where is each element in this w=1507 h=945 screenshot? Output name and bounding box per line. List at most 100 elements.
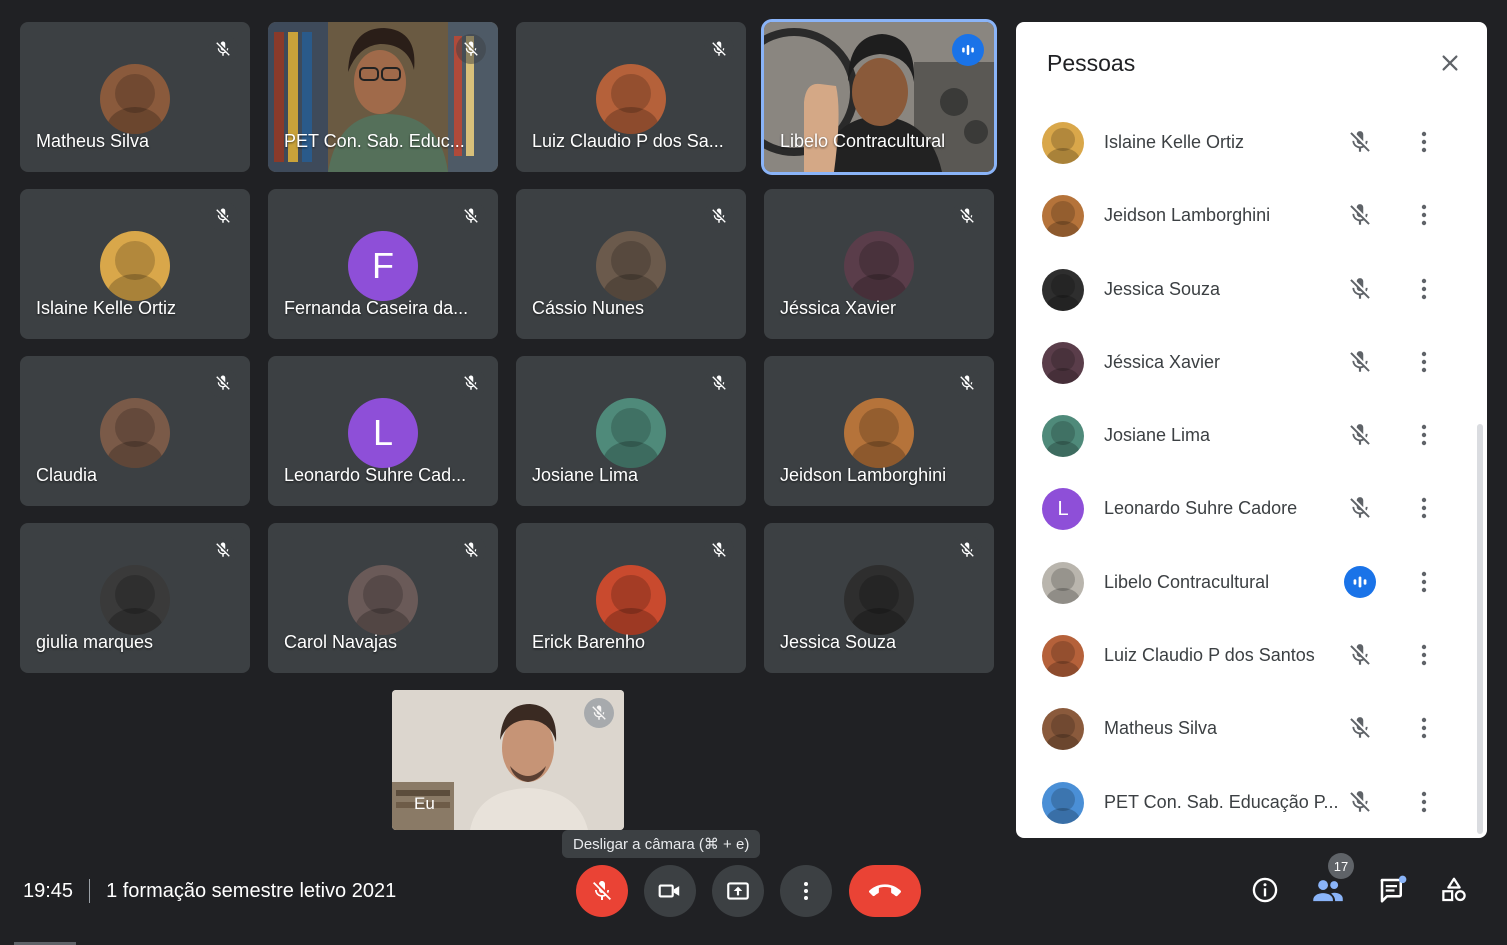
participant-more-button[interactable] [1412,492,1436,524]
participant-tile[interactable]: F Fernanda Caseira da... [268,189,498,339]
participant-name: Matheus Silva [36,131,150,151]
participant-name: Matheus Silva [1104,718,1218,739]
mic-off-badge [704,34,734,64]
avatar [1042,268,1084,311]
avatar [844,231,914,301]
participant-tile[interactable]: Jéssica Xavier [764,189,994,339]
panel-scrollbar[interactable] [1477,424,1483,834]
camera-toggle-button[interactable] [644,865,696,917]
participant-more-button[interactable] [1412,712,1436,744]
self-view-tile[interactable]: Eu [392,690,624,830]
avatar [1042,122,1084,164]
participant-more-button[interactable] [1412,419,1436,451]
participant-tile[interactable]: Erick Barenho [516,523,746,673]
participant-tile[interactable]: PET Con. Sab. Educ... [268,22,498,172]
people-list-item[interactable]: Jéssica Xavier [1016,326,1487,399]
mic-off-indicator [1344,639,1376,671]
mic-off-icon [712,542,726,557]
participant-tile[interactable]: Libelo Contracultural [764,22,994,172]
avatar [100,64,170,134]
mic-off-badge [952,368,982,398]
mic-off-icon [712,208,726,223]
mic-off-badge [952,201,982,231]
mic-off-badge [456,34,486,64]
mic-off-icon [1350,717,1370,739]
people-list-item[interactable]: Josiane Lima [1016,399,1487,472]
more-vert-icon [1421,718,1427,739]
participant-more-button[interactable] [1412,126,1436,158]
mic-off-badge [456,535,486,565]
participant-more-button[interactable] [1412,566,1436,598]
mic-off-icon [1350,497,1370,519]
mic-off-icon [216,375,230,390]
microphone-toggle-button[interactable] [576,865,628,917]
clock: 19:45 [23,879,74,902]
mic-off-icon [1350,644,1370,665]
mic-off-icon [464,208,478,223]
participant-tile[interactable]: Claudia [20,356,250,506]
participant-tile[interactable]: Islaine Kelle Ortiz [20,189,250,339]
avatar-letter: L [372,412,394,453]
participant-tile[interactable]: Jessica Souza [764,523,994,673]
meeting-details-button[interactable] [1245,870,1285,910]
close-panel-button[interactable] [1435,48,1465,78]
leave-call-button[interactable] [849,865,921,917]
more-vert-icon [804,882,808,900]
participant-more-button[interactable] [1412,346,1436,378]
participant-name: Libelo Contracultural [1104,571,1270,592]
mic-off-indicator [1344,199,1376,231]
more-vert-icon [1421,205,1427,226]
mic-off-icon [1350,424,1370,445]
people-list-item[interactable]: Libelo Contracultural [1016,546,1487,619]
participant-tile[interactable]: giulia marques [20,523,250,673]
participant-tile[interactable]: L Leonardo Suhre Cad... [268,356,498,506]
mic-off-badge [456,368,486,398]
avatar [1042,341,1084,384]
participant-name: Islaine Kelle Ortiz [1104,132,1245,152]
mic-off-icon [712,375,726,390]
participant-tile[interactable]: Carol Navajas [268,523,498,673]
more-vert-icon [1421,571,1427,592]
avatar [1042,708,1084,751]
participant-more-button[interactable] [1412,273,1436,305]
people-list: Islaine Kelle Ortiz Jeidson Lamborghini Je… [1016,106,1487,838]
participant-more-button[interactable] [1412,199,1436,231]
participant-tile[interactable]: Jeidson Lamborghini [764,356,994,506]
avatar [844,565,914,635]
people-list-item[interactable]: Luiz Claudio P dos Santos [1016,619,1487,692]
participant-name: Jeidson Lamborghini [780,465,947,485]
call-end-icon [869,884,901,897]
participant-name: Leonardo Suhre Cad... [284,465,467,485]
participant-name: Fernanda Caseira da... [284,298,469,318]
activities-button[interactable] [1434,870,1474,910]
people-list-item[interactable]: Islaine Kelle Ortiz [1016,106,1487,179]
people-list-item[interactable]: Jessica Souza [1016,253,1487,326]
mic-off-icon [216,41,230,56]
participant-tile[interactable]: Matheus Silva [20,22,250,172]
people-list-item[interactable]: Jeidson Lamborghini [1016,179,1487,252]
mic-off-badge [208,368,238,398]
more-vert-icon [1421,351,1427,373]
avatar [1042,635,1084,678]
mic-off-indicator [1344,419,1376,451]
more-vert-icon [1421,498,1427,519]
avatar [596,231,666,301]
avatar [596,398,666,468]
chat-button[interactable] [1372,870,1412,910]
participant-more-button[interactable] [1412,639,1436,671]
people-list-item[interactable]: L Leonardo Suhre Cadore [1016,472,1487,545]
mic-off-icon [1350,277,1370,299]
more-options-button[interactable] [780,865,832,917]
people-list-item[interactable]: PET Con. Sab. Educação P... [1016,766,1487,838]
participant-tile[interactable]: Luiz Claudio P dos Sa... [516,22,746,172]
more-vert-icon [1421,424,1427,446]
divider [89,879,91,903]
participant-tile[interactable]: Josiane Lima [516,356,746,506]
avatar [844,398,914,468]
participant-name: Claudia [36,465,98,485]
people-list-item[interactable]: Matheus Silva [1016,692,1487,765]
present-screen-button[interactable] [712,865,764,917]
participant-more-button[interactable] [1412,786,1436,818]
participant-tile[interactable]: Cássio Nunes [516,189,746,339]
participant-name: Josiane Lima [1104,425,1211,446]
